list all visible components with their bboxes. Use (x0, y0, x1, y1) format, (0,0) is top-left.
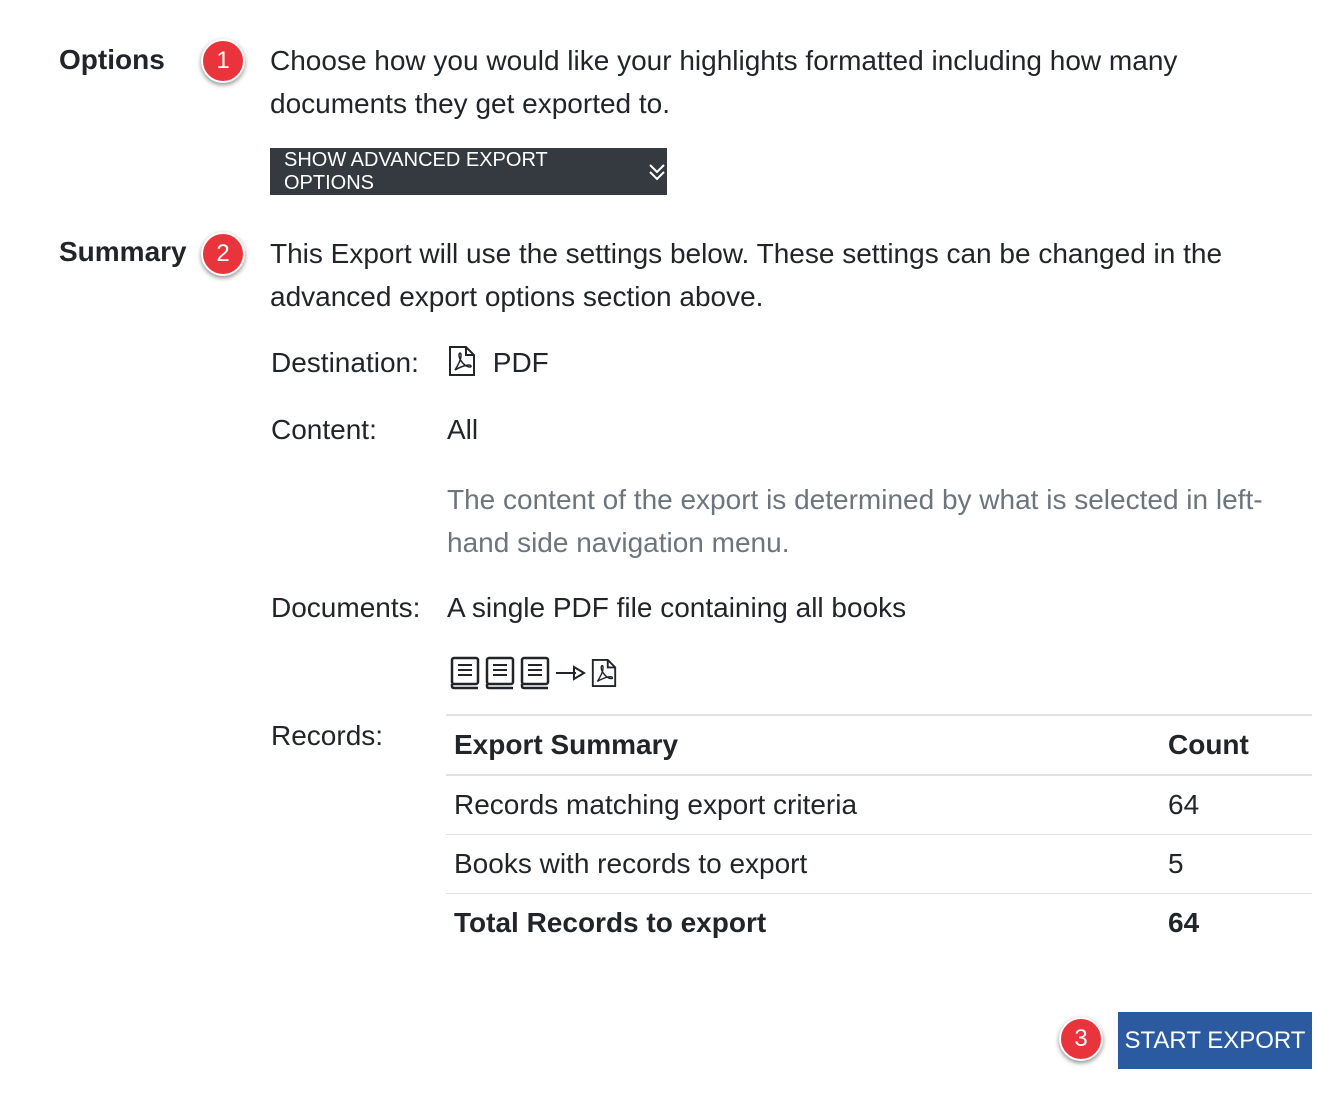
column-header-export-summary: Export Summary (446, 714, 1160, 776)
row-label: Records matching export criteria (446, 774, 1160, 835)
row-count: 5 (1160, 834, 1312, 894)
destination-label: Destination: (271, 347, 419, 378)
documents-diagram (450, 656, 618, 695)
content-label: Content: (271, 414, 377, 445)
summary-heading: Summary (59, 236, 187, 267)
options-description: Choose how you would like your highlight… (270, 45, 1178, 119)
total-label: Total Records to export (446, 893, 1160, 952)
table-row: Books with records to export 5 (446, 834, 1312, 894)
book-icon (520, 656, 552, 695)
book-icon (485, 656, 517, 695)
row-label: Books with records to export (446, 834, 1160, 894)
step-badge-2: 2 (201, 232, 245, 276)
export-summary-table: Export Summary Count Records matching ex… (446, 714, 1312, 952)
content-value: All (447, 414, 479, 445)
step-badge-3: 3 (1059, 1017, 1103, 1061)
content-note: The content of the export is determined … (447, 484, 1263, 558)
documents-value: A single PDF file containing all books (447, 592, 907, 623)
options-heading: Options (59, 44, 165, 75)
step-badge-1: 1 (201, 39, 245, 83)
show-advanced-options-label: SHOW ADVANCED EXPORT OPTIONS (284, 148, 548, 194)
arrow-right-icon (554, 663, 586, 688)
column-header-count: Count (1160, 714, 1312, 776)
destination-value: PDF (447, 345, 549, 384)
pdf-file-icon (447, 345, 477, 384)
double-chevron-down-icon (647, 162, 667, 182)
pdf-file-icon (590, 657, 618, 694)
destination-text: PDF (492, 346, 549, 378)
start-export-button[interactable]: START EXPORT (1118, 1012, 1312, 1069)
table-total-row: Total Records to export 64 (446, 893, 1312, 952)
show-advanced-options-button[interactable]: SHOW ADVANCED EXPORT OPTIONS (270, 148, 667, 195)
summary-description: This Export will use the settings below.… (270, 238, 1223, 312)
records-label: Records: (271, 720, 384, 751)
documents-label: Documents: (271, 592, 421, 623)
book-icon (450, 656, 482, 695)
table-header-row: Export Summary Count (446, 714, 1312, 776)
total-count: 64 (1160, 893, 1312, 952)
row-count: 64 (1160, 774, 1312, 835)
table-row: Records matching export criteria 64 (446, 774, 1312, 835)
